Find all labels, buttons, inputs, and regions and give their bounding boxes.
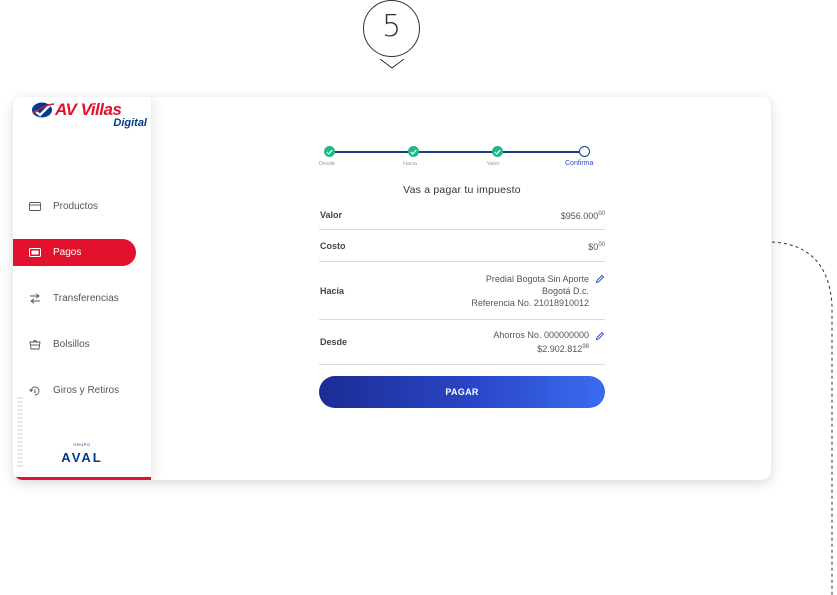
stepper-line [328,151,584,153]
desde-label: Desde [320,337,348,347]
sidebar-item-label: Bolsillos [53,339,90,350]
av-villas-logo: AV Villas Digital [31,100,147,130]
aval-group-name: AVAL [61,450,103,465]
app-window: AV Villas Digital Productos Pagos Transf… [13,97,771,480]
costo-amount-cents: 00 [598,241,605,248]
sidebar-item-productos[interactable]: Productos [13,193,136,220]
desde-balance-main: $2.902.812 [537,344,583,354]
check-icon [410,149,417,155]
valor-amount: $956.00000 [561,208,605,222]
hacia-label: Hacia [320,285,345,296]
valor-label: Valor [320,209,343,220]
step-label-valor: Valor [487,161,500,167]
sidebar-accent-bar [13,477,151,480]
costo-label: Costo [320,240,346,251]
desde-balance-cents: 98 [582,344,589,350]
card-icon [28,200,41,213]
brand-name: AV Villas [55,100,122,119]
check-icon [326,149,333,155]
sidebar-item-label: Pagos [53,247,82,258]
withdraw-icon: $ [28,384,41,397]
step-label-confirma: Confirma [565,160,594,167]
hacia-details: Predial Bogota Sin Aporte Bogotá D.c. Re… [471,273,605,309]
desde-details: Ahorros No. 000000000 $2.902.81298 [493,329,605,355]
pay-button[interactable]: PAGAR [319,376,605,408]
costo-amount: $000 [588,239,605,253]
pencil-icon[interactable] [595,331,605,341]
hacia-biller: Predial Bogota Sin Aporte [485,273,589,284]
step-dot-confirma [579,146,590,157]
step-dot-desde [324,146,335,157]
costo-row: Costo $000 [319,230,605,262]
sidebar: AV Villas Digital Productos Pagos Transf… [13,97,151,480]
valor-amount-cents: 00 [598,210,605,217]
valor-row: Valor $956.00000 [319,200,605,230]
step-dot-hacia [408,146,419,157]
step-label-desde: Desde [319,161,335,167]
sidebar-item-label: Giros y Retiros [53,385,120,396]
pencil-icon[interactable] [595,274,605,284]
check-icon [494,149,501,155]
page-title: Vas a pagar tu impuesto [403,184,521,196]
transfer-icon [28,292,41,305]
hacia-reference: Referencia No. 21018910012 [471,297,589,308]
svg-text:$: $ [33,389,36,395]
sidebar-item-label: Productos [53,201,99,212]
sidebar-item-label: Transferencias [53,293,119,304]
desde-line-1: Ahorros No. 000000000 [493,329,605,341]
step-number-marker: 5 [363,0,420,75]
brand-sub: Digital [113,117,147,129]
legal-watermark [17,397,23,467]
hacia-row: Hacia Predial Bogota Sin Aporte Bogotá D… [319,262,605,320]
sidebar-item-bolsillos[interactable]: Bolsillos [13,331,136,358]
hacia-city: Bogotá D.c. [541,285,589,296]
dashed-connector-line [771,241,833,595]
desde-account: Ahorros No. 000000000 [493,330,589,340]
step-dot-valor [492,146,503,157]
step-number: 5 [381,9,402,44]
costo-amount-main: $0 [588,241,599,252]
bill-icon [28,246,41,259]
sidebar-item-giros-y-retiros[interactable]: $ Giros y Retiros [13,377,136,404]
hacia-line-1: Predial Bogota Sin Aporte [471,273,605,285]
desde-row: Desde Ahorros No. 000000000 $2.902.81298 [319,320,605,365]
valor-amount-main: $956.000 [560,210,599,221]
progress-stepper: Desde Hacia Valor Confirma [319,144,605,170]
payment-confirmation: Desde Hacia Valor Confirma Vas a pagar t… [319,144,605,408]
pocket-icon [28,338,41,351]
grupo-aval-logo: GRUPO AVAL [57,442,107,470]
desde-balance: $2.902.81298 [493,341,605,355]
chevron-down-icon [379,58,405,69]
step-label-hacia: Hacia [403,161,418,167]
aval-group-label: GRUPO [73,442,91,447]
sidebar-item-pagos[interactable]: Pagos [13,239,136,266]
brand-swoosh-icon [32,102,55,118]
sidebar-item-transferencias[interactable]: Transferencias [13,285,136,312]
